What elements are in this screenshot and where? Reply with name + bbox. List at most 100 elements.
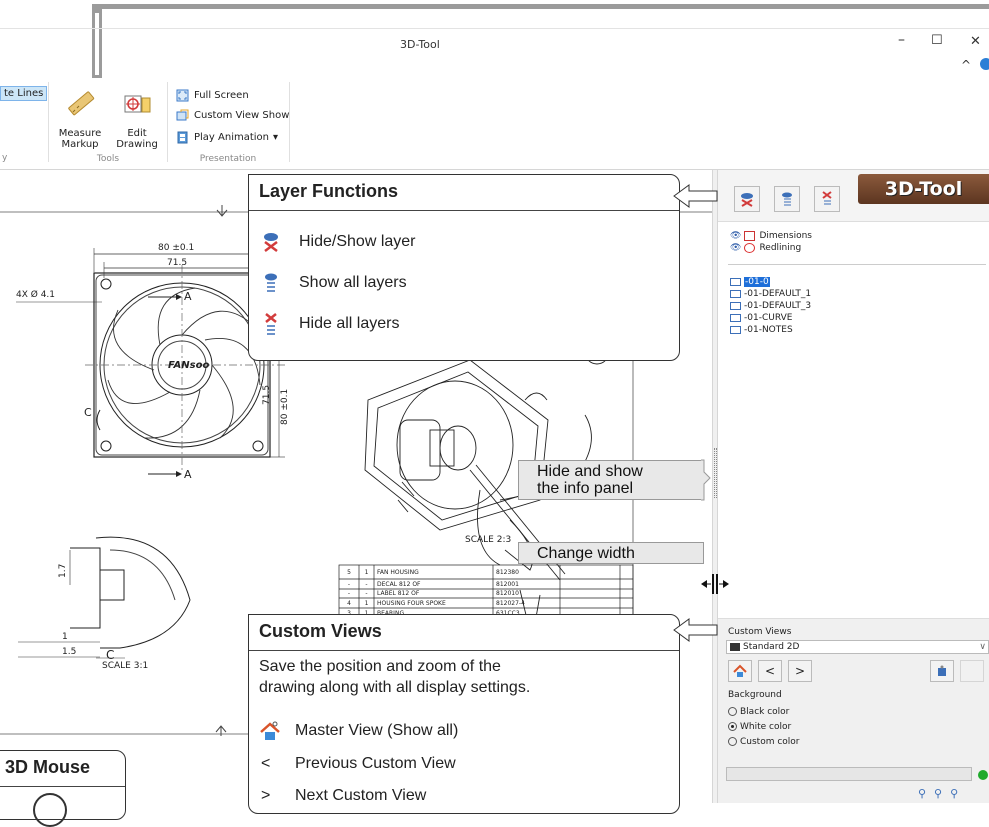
- ribbon-separator-2: [167, 82, 168, 162]
- hide-show-layer-row: Hide/Show layer: [261, 231, 416, 253]
- delete-view-button[interactable]: [960, 660, 984, 682]
- eye-icon[interactable]: 👁: [730, 231, 741, 241]
- logo-text: 3D-Tool: [884, 178, 963, 200]
- standard-2d-icon: [730, 643, 740, 651]
- tree-item[interactable]: -01-DEFAULT_3: [730, 300, 811, 312]
- 3d-mouse-callout: 3D Mouse: [0, 750, 126, 827]
- show-all-layers-row: Show all layers: [261, 272, 407, 294]
- 3d-mouse-icon: [33, 793, 67, 827]
- edit-drawing-icon: [124, 95, 151, 113]
- save-view-button[interactable]: [930, 660, 954, 682]
- hide-show-layer-icon: [264, 233, 278, 252]
- edit-drawing-button[interactable]: Edit Drawing: [112, 82, 162, 152]
- section-c-detail-label: C: [106, 648, 115, 662]
- hide-show-layer-button[interactable]: [734, 186, 760, 212]
- tree-item[interactable]: -01-DEFAULT_1: [730, 288, 811, 300]
- tree-item[interactable]: -01-NOTES: [730, 324, 811, 336]
- hide-show-layer-label: Hide/Show layer: [299, 233, 416, 250]
- play-animation-button[interactable]: Play Animation ▾: [176, 131, 278, 144]
- layer-icon: [730, 278, 741, 286]
- show-all-layers-icon: [265, 273, 277, 292]
- radio-button[interactable]: [728, 707, 737, 716]
- maximize-button[interactable]: ☐: [931, 33, 943, 48]
- layer-functions-arrow: [673, 184, 718, 208]
- full-screen-icon: [176, 89, 189, 102]
- edit-label-2: Drawing: [116, 139, 158, 150]
- tree-item-label: -01-DEFAULT_1: [744, 289, 812, 299]
- tree-item[interactable]: -01-CURVE: [730, 312, 811, 324]
- full-screen-button[interactable]: Full Screen: [176, 89, 249, 102]
- radio-label: Custom color: [740, 736, 800, 747]
- radio-white[interactable]: White color: [728, 719, 800, 734]
- title-separator: [0, 28, 989, 29]
- tree-item-label: -01-CURVE: [744, 313, 793, 323]
- custom-views-arrow: [673, 618, 718, 642]
- layer-functions-title: Layer Functions: [249, 175, 679, 211]
- previous-view-row: < Previous Custom View: [261, 755, 456, 773]
- scale-23-label: SCALE 2:3: [465, 535, 512, 545]
- edit-label-1: Edit: [127, 128, 147, 139]
- radio-black[interactable]: Black color: [728, 704, 800, 719]
- layer-row-dimensions[interactable]: 👁 Dimensions: [730, 230, 812, 242]
- delete-lines-button[interactable]: te Lines: [0, 86, 48, 101]
- dim-715-side: 71.5: [262, 384, 272, 405]
- left-group-label: y: [2, 153, 8, 163]
- holes-label: 4X Ø 4.1: [16, 290, 56, 300]
- zoom-icons[interactable]: ⚲⚲⚲: [918, 787, 966, 800]
- section-c-label: C: [84, 406, 92, 419]
- ribbon-collapse-button[interactable]: ^: [961, 58, 971, 72]
- radio-button[interactable]: [728, 722, 737, 731]
- tree-item-label: -01-NOTES: [744, 325, 793, 335]
- radio-custom[interactable]: Custom color: [728, 734, 800, 749]
- layer-row-redlining[interactable]: 👁 Redlining: [730, 242, 812, 254]
- save-view-icon: [938, 665, 946, 676]
- measure-markup-button[interactable]: Measure Markup: [54, 82, 106, 152]
- title-bar: 3D-Tool – ☐ ✕ ^: [0, 0, 989, 78]
- layer-list: 👁 Dimensions 👁 Redlining: [730, 230, 812, 254]
- close-button[interactable]: ✕: [970, 34, 981, 49]
- show-all-layers-label: Show all layers: [299, 274, 407, 291]
- resize-cursor-icon: [700, 572, 730, 596]
- tree-item-label: -01-DEFAULT_3: [744, 301, 812, 311]
- play-animation-label: Play Animation: [194, 132, 270, 143]
- hide-all-layers-button[interactable]: [814, 186, 840, 212]
- master-view-row: Master View (Show all): [259, 721, 458, 741]
- master-view-button[interactable]: [728, 660, 752, 682]
- section-a-bottom: A: [184, 468, 192, 481]
- previous-view-button[interactable]: <: [758, 660, 782, 682]
- hide-show-layer-icon: [741, 193, 753, 207]
- film-icon: [177, 131, 188, 144]
- help-icon[interactable]: [980, 58, 989, 70]
- splitter-grip[interactable]: [714, 448, 717, 498]
- master-view-label: Master View (Show all): [295, 722, 459, 739]
- custom-view-show-button[interactable]: Custom View Show: [176, 109, 289, 122]
- custom-view-show-icon: [176, 109, 189, 121]
- minimize-button[interactable]: –: [898, 32, 905, 48]
- ribbon: te Lines y Measure Markup Edit Drawing T…: [0, 78, 989, 170]
- ruler-pencil-icon: [68, 91, 95, 116]
- next-view-label: >: [794, 664, 806, 678]
- custom-views-title: Custom Views: [249, 615, 679, 651]
- eye-icon[interactable]: 👁: [730, 243, 741, 253]
- layer-divider: [728, 264, 986, 265]
- layer-icon: [730, 302, 741, 310]
- play-animation-dropdown-icon[interactable]: ▾: [273, 132, 278, 143]
- next-view-label: Next Custom View: [295, 787, 427, 804]
- layer-tree: -01-0 -01-DEFAULT_1 -01-DEFAULT_3 -01-CU…: [730, 276, 811, 336]
- table-row: - - LABEL 812 OF 812010: [347, 590, 519, 597]
- chevron-down-icon[interactable]: ∨: [979, 642, 986, 652]
- custom-views-select[interactable]: Standard 2D ∨: [726, 640, 989, 654]
- change-width-label: Change width: [518, 542, 704, 564]
- master-view-icon: [733, 664, 747, 677]
- section-a-top: A: [184, 290, 192, 303]
- radio-button[interactable]: [728, 737, 737, 746]
- next-view-row: > Next Custom View: [261, 787, 426, 805]
- dim-17-label: 1.7: [58, 563, 68, 578]
- radio-label: White color: [740, 721, 792, 732]
- tree-item[interactable]: -01-0: [730, 276, 811, 288]
- custom-views-label: Custom Views: [728, 627, 792, 637]
- ribbon-separator-3: [289, 82, 290, 162]
- next-view-button[interactable]: >: [788, 660, 812, 682]
- show-all-layers-button[interactable]: [774, 186, 800, 212]
- dimensions-icon: [744, 231, 756, 241]
